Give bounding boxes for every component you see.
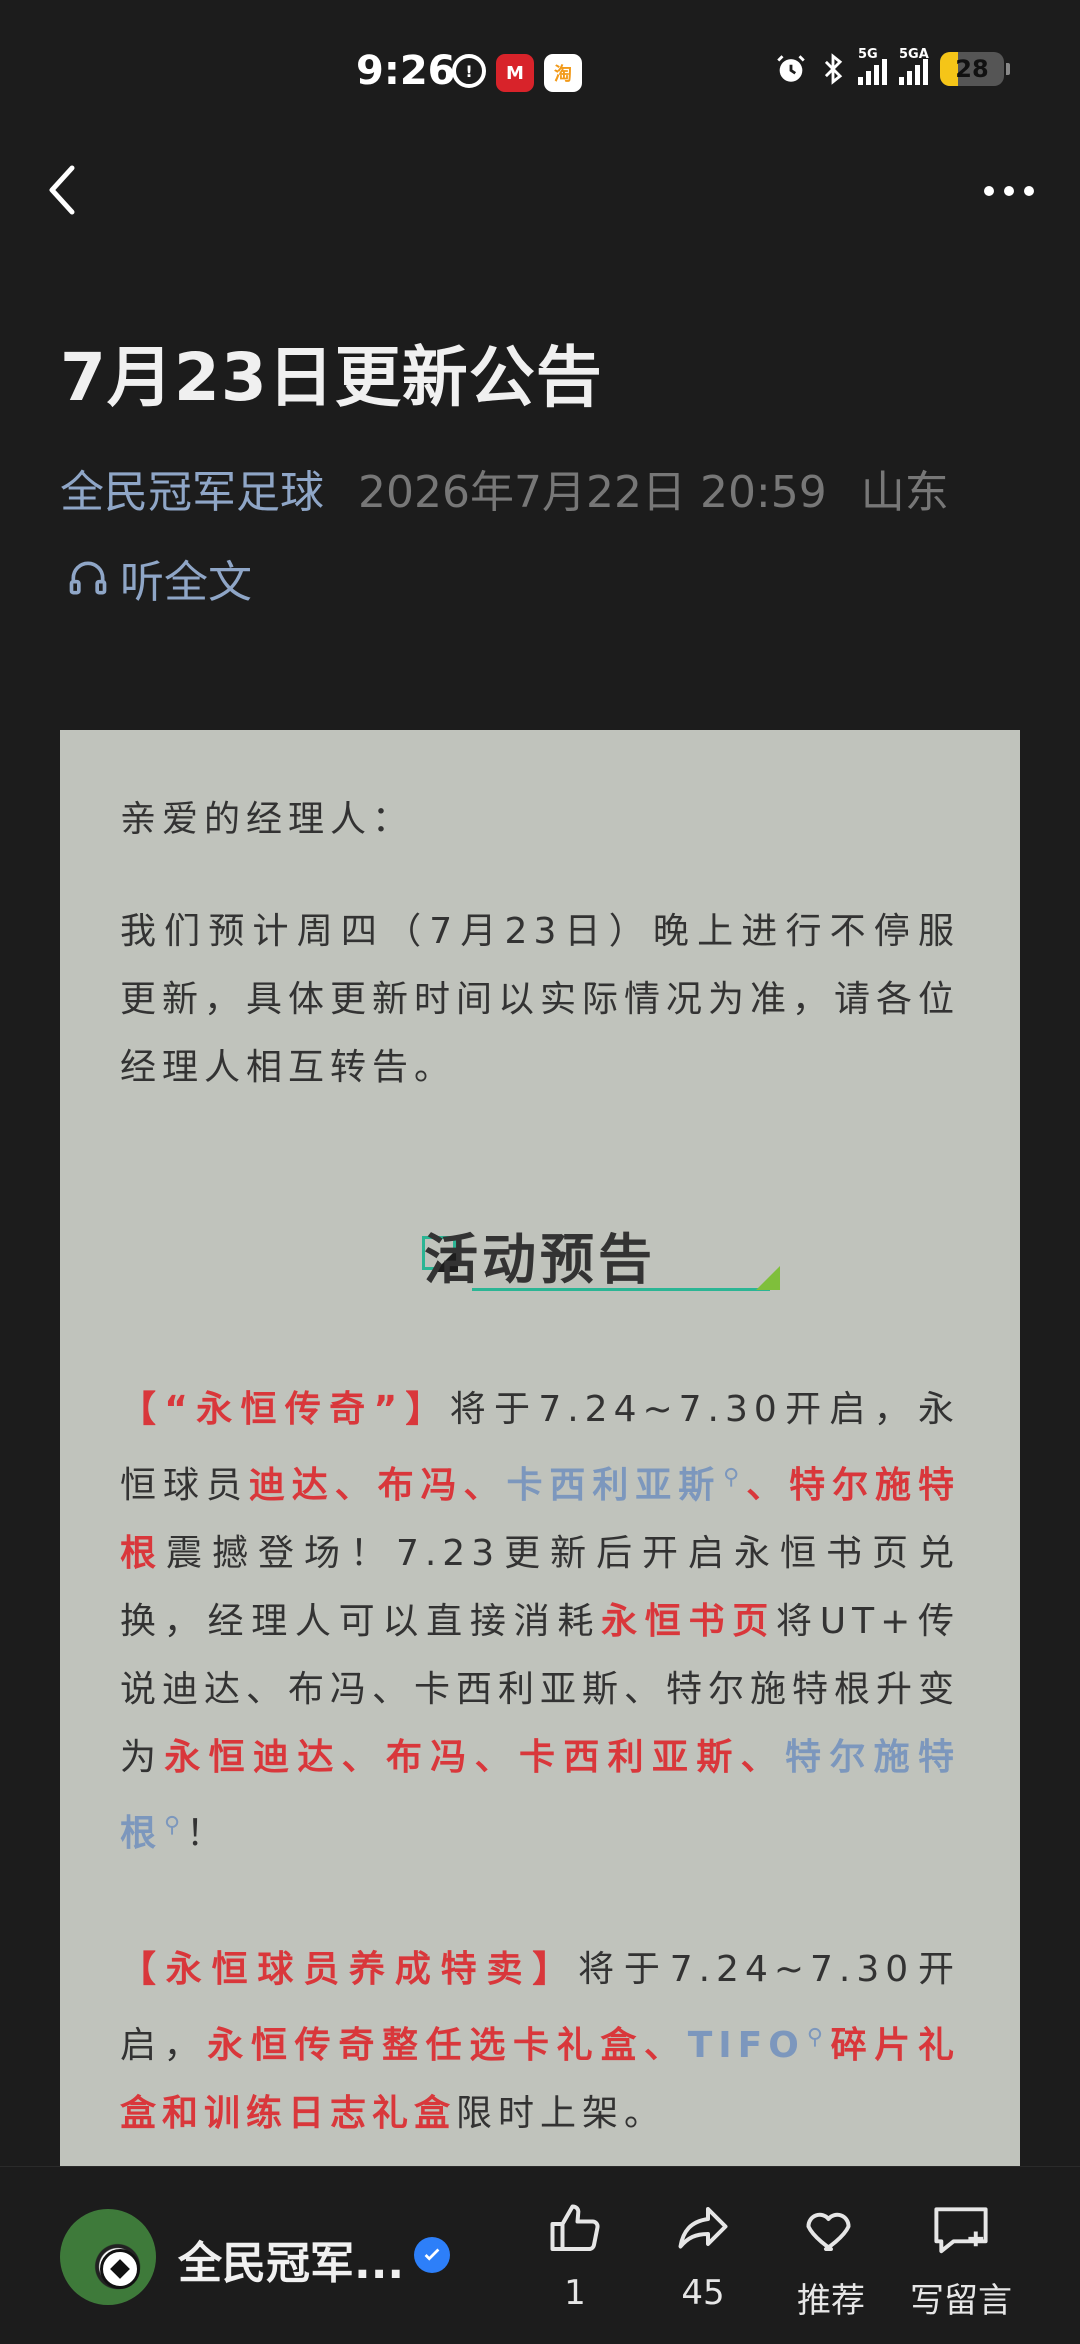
listen-label: 听全文: [120, 557, 252, 608]
more-options-button[interactable]: [974, 166, 1044, 216]
heart-icon: [806, 2212, 851, 2251]
recommend-label: 推荐: [797, 2281, 865, 2321]
comment-add-icon: [934, 2207, 988, 2254]
search-icon[interactable]: ⚲: [807, 2025, 829, 2050]
article-meta: 全民冠军足球 2026年7月22日 20:59 山东: [60, 456, 949, 520]
article-body: 亲爱的经理人： 我们预计周四（7月23日）晚上进行不停服更新，具体更新时间以实际…: [60, 730, 1020, 2170]
write-comment-button[interactable]: 写留言: [906, 2199, 1016, 2322]
greeting: 亲爱的经理人：: [120, 799, 415, 840]
publish-datetime: 2026年7月22日 20:59: [358, 467, 827, 518]
verified-icon: [414, 2237, 450, 2273]
article-title: 7月23日更新公告: [60, 339, 603, 416]
share-button[interactable]: 45: [648, 2199, 758, 2313]
bottom-action-bar: 全民冠军... 1 45 推荐 写留言: [0, 2166, 1080, 2344]
event-title-sale: 【永恒球员养成特卖】: [120, 1949, 579, 1990]
dot: [1004, 186, 1014, 196]
event-paragraph-1: 【“永恒传奇”】将于7.24~7.30开启，永恒球员迪达、布冯、卡西利亚斯⚲、特…: [120, 1376, 960, 1868]
bluetooth-icon: [824, 53, 843, 85]
account-name[interactable]: 全民冠军...: [178, 2227, 404, 2291]
thumbs-up-icon: [550, 2204, 600, 2251]
publish-location: 山东: [860, 467, 949, 518]
decor-underline: [472, 1288, 770, 1291]
dot: [984, 186, 994, 196]
status-bar: 9:26 ! M 淘 5G 5GA 28: [0, 0, 1080, 140]
system-status: 5G 5GA 28: [774, 47, 1010, 86]
write-comment-label: 写留言: [910, 2281, 1012, 2321]
search-icon[interactable]: ⚲: [723, 1465, 745, 1490]
share-arrow-icon: [678, 2207, 728, 2249]
recommend-button[interactable]: 推荐: [776, 2199, 886, 2322]
highlight-span: 永恒传奇整任选卡礼盒、: [207, 2025, 688, 2066]
battery-icon: 28: [940, 52, 1004, 86]
unionpay-icon: M: [496, 54, 534, 92]
soccer-ball-icon: [100, 2249, 140, 2289]
headphones-icon: [69, 561, 107, 595]
tifo-link[interactable]: TIFO: [688, 2025, 805, 2066]
battery-tip: [1006, 63, 1010, 75]
search-icon[interactable]: ⚲: [164, 1813, 186, 1838]
dot: [1024, 186, 1034, 196]
highlight-span: 永恒书页: [601, 1601, 776, 1642]
event-paragraph-2: 【永恒球员养成特卖】将于7.24~7.30开启，永恒传奇整任选卡礼盒、TIFO⚲…: [120, 1936, 960, 2148]
text-span: ！: [186, 1813, 229, 1854]
back-button[interactable]: [36, 160, 86, 220]
section-title: 活动预告: [424, 1227, 656, 1291]
highlight-span: 永恒迪达、布冯、卡西利亚斯、: [164, 1737, 785, 1778]
decor-triangle-green: [756, 1266, 780, 1290]
event-title-eternal-legend: 【“永恒传奇”】: [120, 1389, 450, 1430]
taobao-icon: 淘: [544, 54, 582, 92]
player-link-casillas[interactable]: 卡西利亚斯: [506, 1465, 721, 1506]
account-avatar[interactable]: [60, 2209, 156, 2305]
section-header: 活动预告: [120, 1214, 960, 1294]
status-time: 9:26: [356, 48, 456, 94]
author-link[interactable]: 全民冠军足球: [60, 456, 324, 520]
highlight-span: 迪达、布冯、: [248, 1465, 507, 1506]
like-button[interactable]: 1: [520, 2199, 630, 2313]
alarm-icon: [777, 55, 805, 82]
intro-paragraph: 我们预计周四（7月23日）晚上进行不停服更新，具体更新时间以实际情况为准，请各位…: [120, 911, 961, 1088]
text-span: 限时上架。: [456, 2093, 667, 2134]
notification-icons: ! M 淘: [452, 54, 582, 92]
listen-button[interactable]: 听全文: [66, 546, 252, 610]
chevron-left-icon: [49, 165, 75, 215]
share-count: 45: [681, 2273, 725, 2313]
signal-icon-2: 5GA: [899, 47, 929, 85]
like-count: 1: [564, 2273, 586, 2313]
signal-icon: 5G: [858, 47, 887, 85]
location-icon: !: [452, 54, 486, 88]
